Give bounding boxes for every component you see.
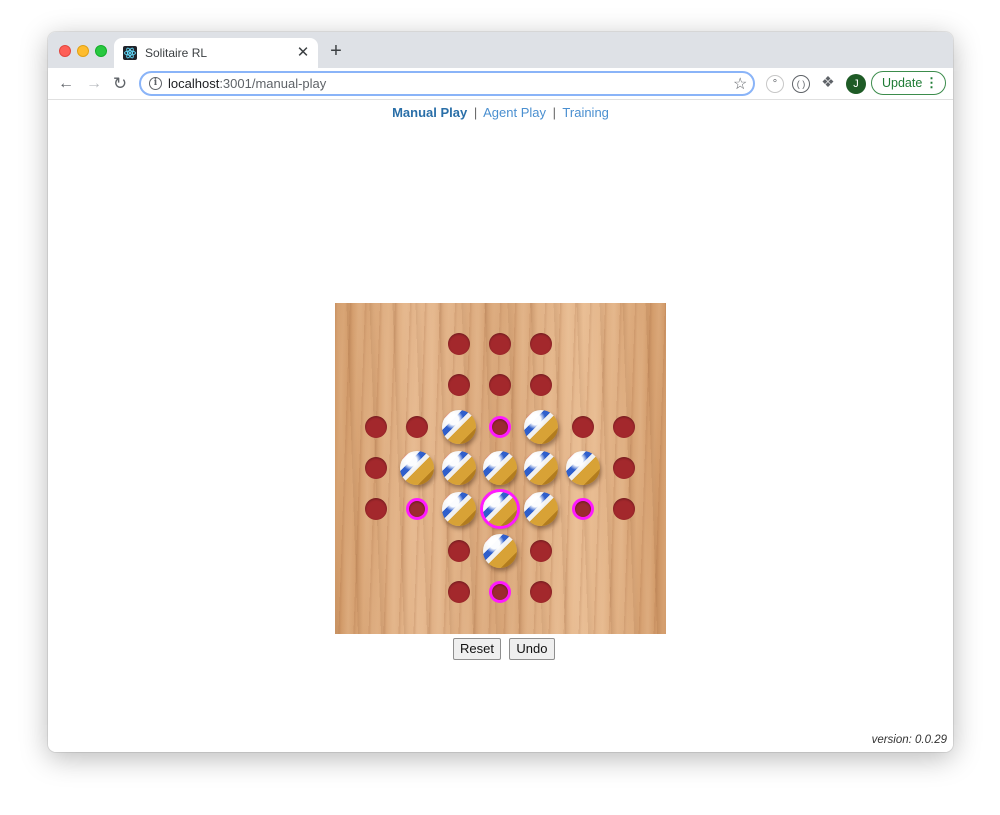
nav-separator: | (473, 105, 478, 120)
undo-button[interactable]: Undo (509, 638, 555, 660)
puzzle-extensions-icon[interactable]: ❖ (819, 75, 837, 93)
close-window-button[interactable] (59, 45, 71, 57)
maximize-window-button[interactable] (95, 45, 107, 57)
info-icon[interactable]: i (149, 77, 162, 90)
react-icon (123, 46, 137, 60)
empty-hole[interactable] (365, 498, 387, 521)
address-bar[interactable]: i localhost:3001/manual-play ☆ (139, 71, 755, 96)
valid-move-hole[interactable] (406, 498, 429, 521)
tab-close-icon[interactable]: ✕ (295, 45, 311, 61)
game-board (335, 303, 666, 634)
top-navigation: Manual Play | Agent Play | Training (48, 105, 953, 120)
nav-separator: | (552, 105, 557, 120)
empty-hole[interactable] (488, 374, 511, 397)
bookmark-star-icon[interactable]: ☆ (733, 74, 747, 94)
marble[interactable] (524, 409, 559, 444)
empty-hole[interactable] (447, 580, 470, 603)
marble[interactable] (441, 409, 476, 444)
marble[interactable] (482, 450, 517, 485)
valid-move-hole[interactable] (571, 498, 594, 521)
marble[interactable] (441, 492, 476, 527)
empty-hole[interactable] (530, 580, 553, 603)
marble[interactable] (400, 450, 435, 485)
empty-hole[interactable] (447, 333, 470, 355)
url-host: localhost (168, 76, 220, 91)
title-bar: Solitaire RL ✕ + (48, 32, 953, 68)
kebab-menu-icon[interactable]: ⋮ (925, 72, 938, 94)
empty-hole[interactable] (612, 415, 635, 438)
extension-icon[interactable]: ° (766, 75, 784, 93)
marble[interactable] (482, 533, 517, 568)
browser-tab[interactable]: Solitaire RL ✕ (114, 38, 318, 68)
new-tab-button[interactable]: + (327, 41, 345, 61)
empty-hole[interactable] (571, 415, 594, 438)
minimize-window-button[interactable] (77, 45, 89, 57)
empty-hole[interactable] (488, 333, 511, 355)
nav-link-manual-play[interactable]: Manual Play (392, 105, 467, 120)
empty-hole[interactable] (447, 539, 470, 562)
forward-arrow-icon[interactable]: → (84, 74, 104, 94)
reload-icon[interactable]: ↻ (110, 74, 130, 94)
valid-move-hole[interactable] (488, 415, 511, 438)
game-controls: Reset Undo (453, 638, 559, 660)
empty-hole[interactable] (406, 415, 429, 438)
extension-info-icon[interactable]: ( ) (792, 75, 810, 93)
browser-window: Solitaire RL ✕ + ← → ↻ i localhost:3001/… (48, 32, 953, 752)
empty-hole[interactable] (365, 456, 387, 479)
update-label: Update (882, 76, 923, 90)
tab-title: Solitaire RL (145, 46, 208, 60)
empty-hole[interactable] (530, 333, 553, 355)
marble[interactable] (524, 450, 559, 485)
empty-hole[interactable] (612, 498, 635, 521)
profile-avatar[interactable]: J (846, 74, 866, 94)
back-arrow-icon[interactable]: ← (56, 74, 76, 94)
empty-hole[interactable] (530, 539, 553, 562)
marble[interactable] (524, 492, 559, 527)
reset-button[interactable]: Reset (453, 638, 501, 660)
valid-move-hole[interactable] (488, 580, 511, 603)
empty-hole[interactable] (447, 374, 470, 397)
empty-hole[interactable] (612, 456, 635, 479)
url-path: :3001/manual-play (219, 76, 327, 91)
empty-hole[interactable] (365, 415, 387, 438)
selected-marble[interactable] (482, 492, 517, 527)
version-label: version: 0.0.29 (871, 734, 947, 746)
page-content: Manual Play | Agent Play | Training Rese… (48, 100, 953, 752)
marble[interactable] (565, 450, 600, 485)
nav-link-agent-play[interactable]: Agent Play (483, 105, 546, 120)
nav-link-training[interactable]: Training (562, 105, 608, 120)
url-text[interactable]: localhost:3001/manual-play (168, 76, 326, 91)
browser-toolbar: ← → ↻ i localhost:3001/manual-play ☆ ° (… (48, 68, 953, 100)
update-button[interactable]: Update ⋮ (871, 71, 946, 95)
empty-hole[interactable] (530, 374, 553, 397)
marble[interactable] (441, 450, 476, 485)
